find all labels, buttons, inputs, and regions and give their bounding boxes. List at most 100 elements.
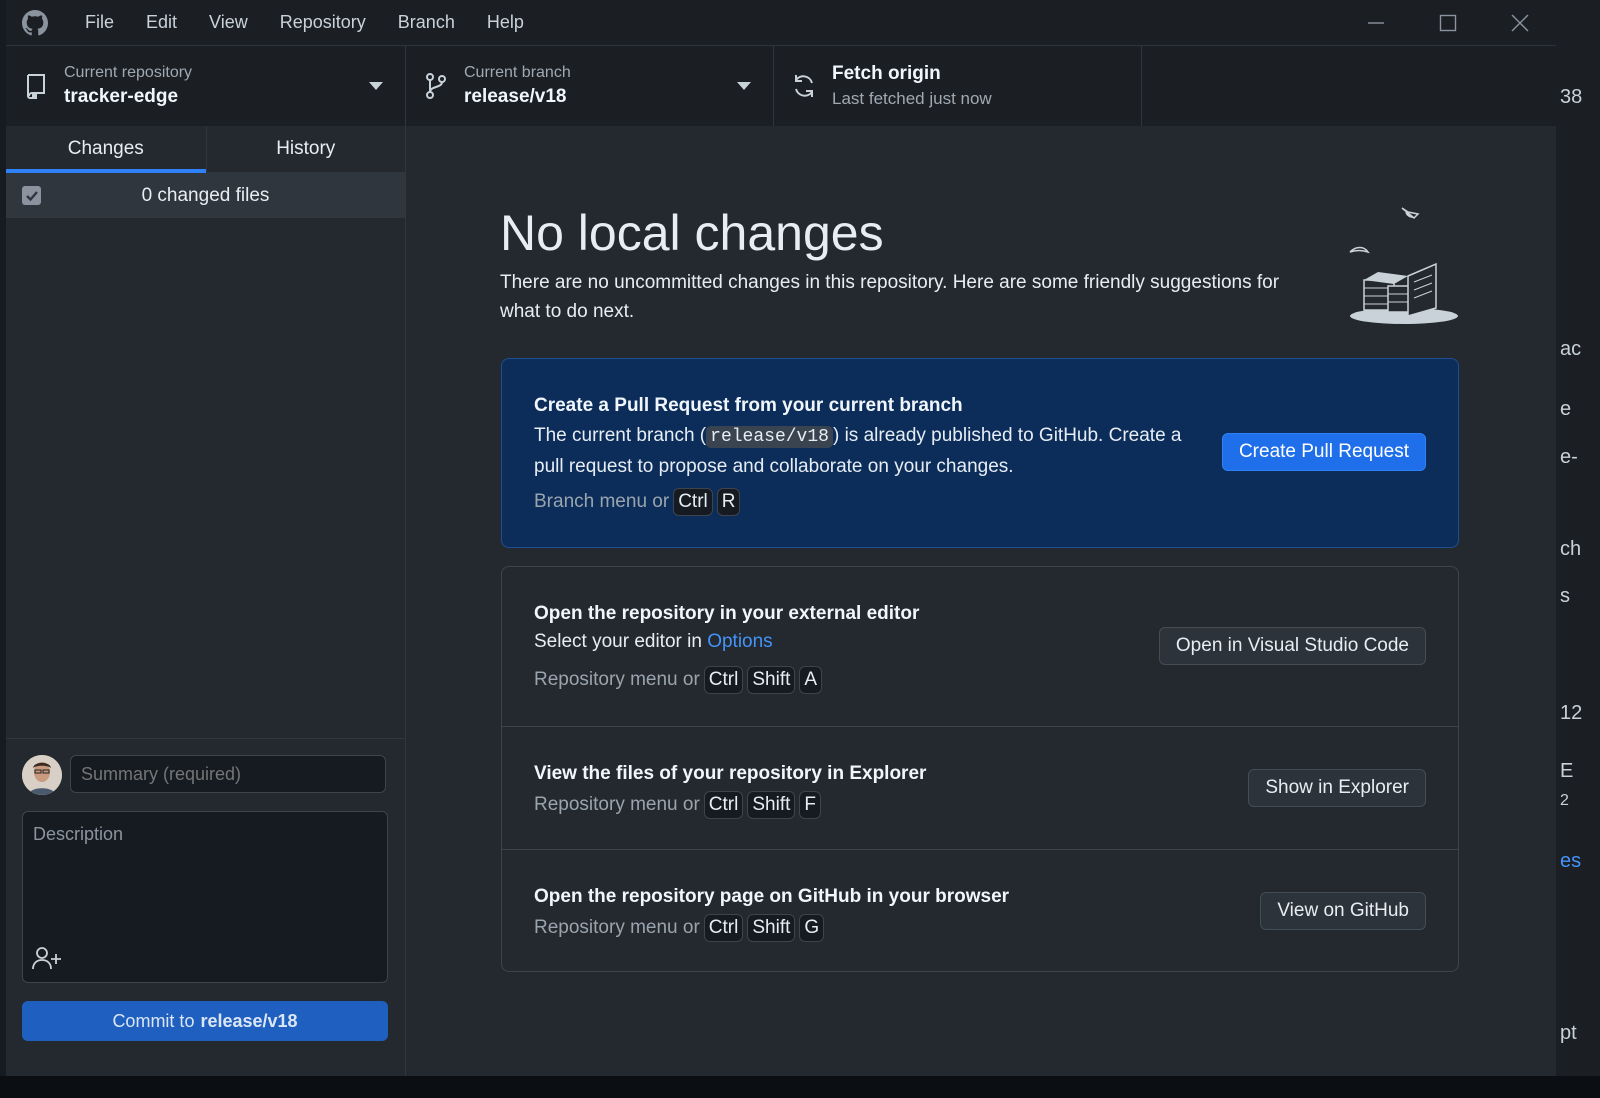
explorer-card-title: View the files of your repository in Exp…	[534, 763, 927, 784]
hint-text: Repository menu or	[534, 917, 700, 938]
menu-edit[interactable]: Edit	[130, 0, 193, 45]
background-fragment: E	[1560, 760, 1574, 782]
github-logo-icon	[21, 9, 49, 37]
pr-card-text-start: The current branch (	[534, 425, 707, 446]
minimize-icon[interactable]	[1340, 0, 1412, 45]
kbd-shift: Shift	[747, 791, 796, 819]
open-in-vscode-button[interactable]: Open in Visual Studio Code	[1158, 627, 1426, 665]
kbd-r: R	[716, 488, 741, 516]
branch-name: release/v18	[464, 86, 567, 107]
tab-history[interactable]: History	[205, 126, 406, 172]
kbd-ctrl: Ctrl	[703, 914, 744, 942]
add-coauthor-icon[interactable]	[31, 944, 63, 972]
page-description: There are no uncommitted changes in this…	[500, 272, 1280, 322]
fetch-origin-button[interactable]: Fetch origin Last fetched just now	[774, 46, 1142, 126]
kbd-f: F	[799, 791, 821, 819]
options-link[interactable]: Options	[707, 631, 772, 652]
title-bar: File Edit View Repository Branch Help	[6, 0, 1556, 45]
checkbox-checked-icon[interactable]	[22, 186, 41, 205]
editor-card-title: Open the repository in your external edi…	[534, 603, 920, 624]
commit-button-branch: release/v18	[200, 1010, 298, 1031]
github-desktop-window: File Edit View Repository Branch Help Cu…	[6, 0, 1556, 1076]
background-bottom-edge	[0, 1076, 1600, 1098]
show-in-explorer-button[interactable]: Show in Explorer	[1248, 769, 1426, 807]
hint-text: Repository menu or	[534, 669, 700, 690]
maximize-icon[interactable]	[1412, 0, 1484, 45]
view-on-github-button[interactable]: View on GitHub	[1260, 892, 1426, 930]
editor-card-text: Select your editor in Options	[534, 627, 773, 657]
sidebar: Changes History 0 changed files Summary …	[6, 126, 406, 1076]
menu-repository[interactable]: Repository	[264, 0, 382, 45]
current-repository-dropdown[interactable]: Current repository tracker-edge	[6, 46, 406, 126]
repository-name: tracker-edge	[64, 86, 179, 107]
background-right-edge: 38 ac e e- ch s 12 E 2 es pt	[1556, 0, 1600, 1098]
background-fragment: s	[1560, 585, 1570, 607]
sync-icon	[790, 72, 818, 100]
branch-label: Current branch	[464, 64, 571, 81]
kbd-ctrl: Ctrl	[703, 791, 744, 819]
pr-card-text-end: ) is already published to GitHub. Create…	[832, 425, 1182, 446]
close-icon[interactable]	[1484, 0, 1556, 45]
branch-code: release/v18	[706, 426, 833, 448]
menu-file[interactable]: File	[69, 0, 130, 45]
current-branch-dropdown[interactable]: Current branch release/v18	[406, 46, 774, 126]
window-controls	[1340, 0, 1556, 45]
fetch-title: Fetch origin	[832, 63, 941, 84]
summary-input[interactable]	[70, 755, 386, 793]
hint-text: Repository menu or	[534, 794, 700, 815]
background-fragment: pt	[1560, 1022, 1577, 1044]
menu-branch[interactable]: Branch	[382, 0, 471, 45]
create-pull-request-button[interactable]: Create Pull Request	[1221, 433, 1426, 471]
avatar	[22, 755, 62, 795]
kbd-ctrl: Ctrl	[673, 488, 713, 516]
github-row: Open the repository page on GitHub in yo…	[502, 850, 1458, 971]
repository-icon	[22, 72, 50, 100]
pr-card-hint: Branch menu or Ctrl R	[534, 488, 741, 516]
commit-button-prefix: Commit to	[112, 1010, 195, 1031]
commit-area: Description Commit to release/v18	[6, 738, 405, 1076]
pr-card-text: The current branch (release/v18) is alre…	[534, 421, 1181, 482]
github-card-title: Open the repository page on GitHub in yo…	[534, 886, 1010, 907]
kbd-ctrl: Ctrl	[703, 666, 744, 694]
background-fragment: ac	[1560, 338, 1582, 360]
main-content: No local changes There are no uncommitte…	[406, 126, 1556, 1076]
branch-icon	[422, 72, 450, 100]
sidebar-tabs: Changes History	[6, 126, 405, 173]
pr-card-text-line2: pull request to propose and collaborate …	[534, 456, 1014, 477]
editor-text: Select your editor in	[534, 631, 702, 652]
external-editor-row: Open the repository in your external edi…	[502, 567, 1458, 727]
explorer-row: View the files of your repository in Exp…	[502, 727, 1458, 850]
toolbar: Current repository tracker-edge Current …	[6, 45, 1556, 127]
editor-card-hint: Repository menu or Ctrl Shift A	[534, 666, 823, 694]
repository-label: Current repository	[64, 64, 193, 81]
pr-card-title: Create a Pull Request from your current …	[534, 395, 963, 416]
background-fragment: es	[1560, 850, 1582, 872]
background-fragment: 12	[1560, 702, 1583, 724]
kbd-a: A	[799, 666, 823, 694]
page-title: No local changes	[500, 205, 884, 261]
background-fragment: 2	[1560, 792, 1569, 809]
background-fragment: 38	[1560, 86, 1583, 108]
kbd-shift: Shift	[747, 666, 796, 694]
empty-state-illustration	[1344, 204, 1464, 328]
menu-view[interactable]: View	[193, 0, 264, 45]
changes-header: 0 changed files	[6, 173, 405, 218]
changed-files-count: 0 changed files	[141, 184, 270, 206]
github-card-hint: Repository menu or Ctrl Shift G	[534, 914, 825, 942]
tab-changes[interactable]: Changes	[6, 126, 206, 173]
suggestions-group: Open the repository in your external edi…	[501, 566, 1459, 972]
background-fragment: e-	[1560, 446, 1578, 468]
background-fragment: e	[1560, 398, 1572, 420]
explorer-card-hint: Repository menu or Ctrl Shift F	[534, 791, 821, 819]
hint-text: Branch menu or	[534, 491, 670, 512]
menu-help[interactable]: Help	[471, 0, 540, 45]
kbd-shift: Shift	[747, 914, 796, 942]
description-field[interactable]: Description	[22, 811, 388, 983]
fetch-status: Last fetched just now	[832, 89, 992, 108]
create-pull-request-card: Create a Pull Request from your current …	[501, 358, 1459, 548]
kbd-g: G	[799, 914, 825, 942]
commit-button[interactable]: Commit to release/v18	[22, 1001, 388, 1041]
caret-down-icon	[369, 82, 383, 90]
description-placeholder: Description	[33, 824, 124, 844]
background-fragment: ch	[1560, 538, 1582, 560]
